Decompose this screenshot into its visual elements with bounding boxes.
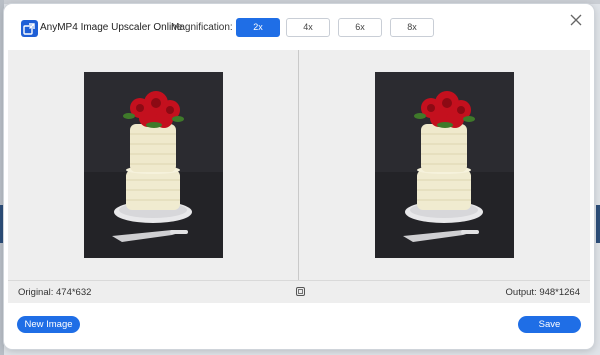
magnification-6x-button[interactable]: 6x [338,18,382,37]
image-preview-area [8,50,590,280]
app-title: AnyMP4 Image Upscaler Online [40,22,183,33]
output-size-label: Output: 948*1264 [505,287,580,298]
dialog-header: AnyMP4 Image Upscaler Online Magnificati… [4,4,594,50]
magnification-label: Magnification: [171,22,233,33]
anymp4-logo-icon [21,20,38,37]
magnification-8x-button[interactable]: 8x [390,18,434,37]
original-image [84,72,223,258]
comparison-divider[interactable] [298,50,299,280]
close-icon[interactable] [568,12,584,28]
compare-icon[interactable] [296,287,305,296]
magnification-4x-button[interactable]: 4x [286,18,330,37]
original-size-label: Original: 474*632 [18,287,92,298]
save-button[interactable]: Save [518,316,581,333]
background-right-accent [596,205,600,243]
output-image [375,72,514,258]
new-image-button[interactable]: New Image [17,316,80,333]
size-info-bar: Original: 474*632 Output: 948*1264 [8,280,590,303]
magnification-2x-button[interactable]: 2x [236,18,280,37]
upscaler-dialog: AnyMP4 Image Upscaler Online Magnificati… [4,4,594,349]
